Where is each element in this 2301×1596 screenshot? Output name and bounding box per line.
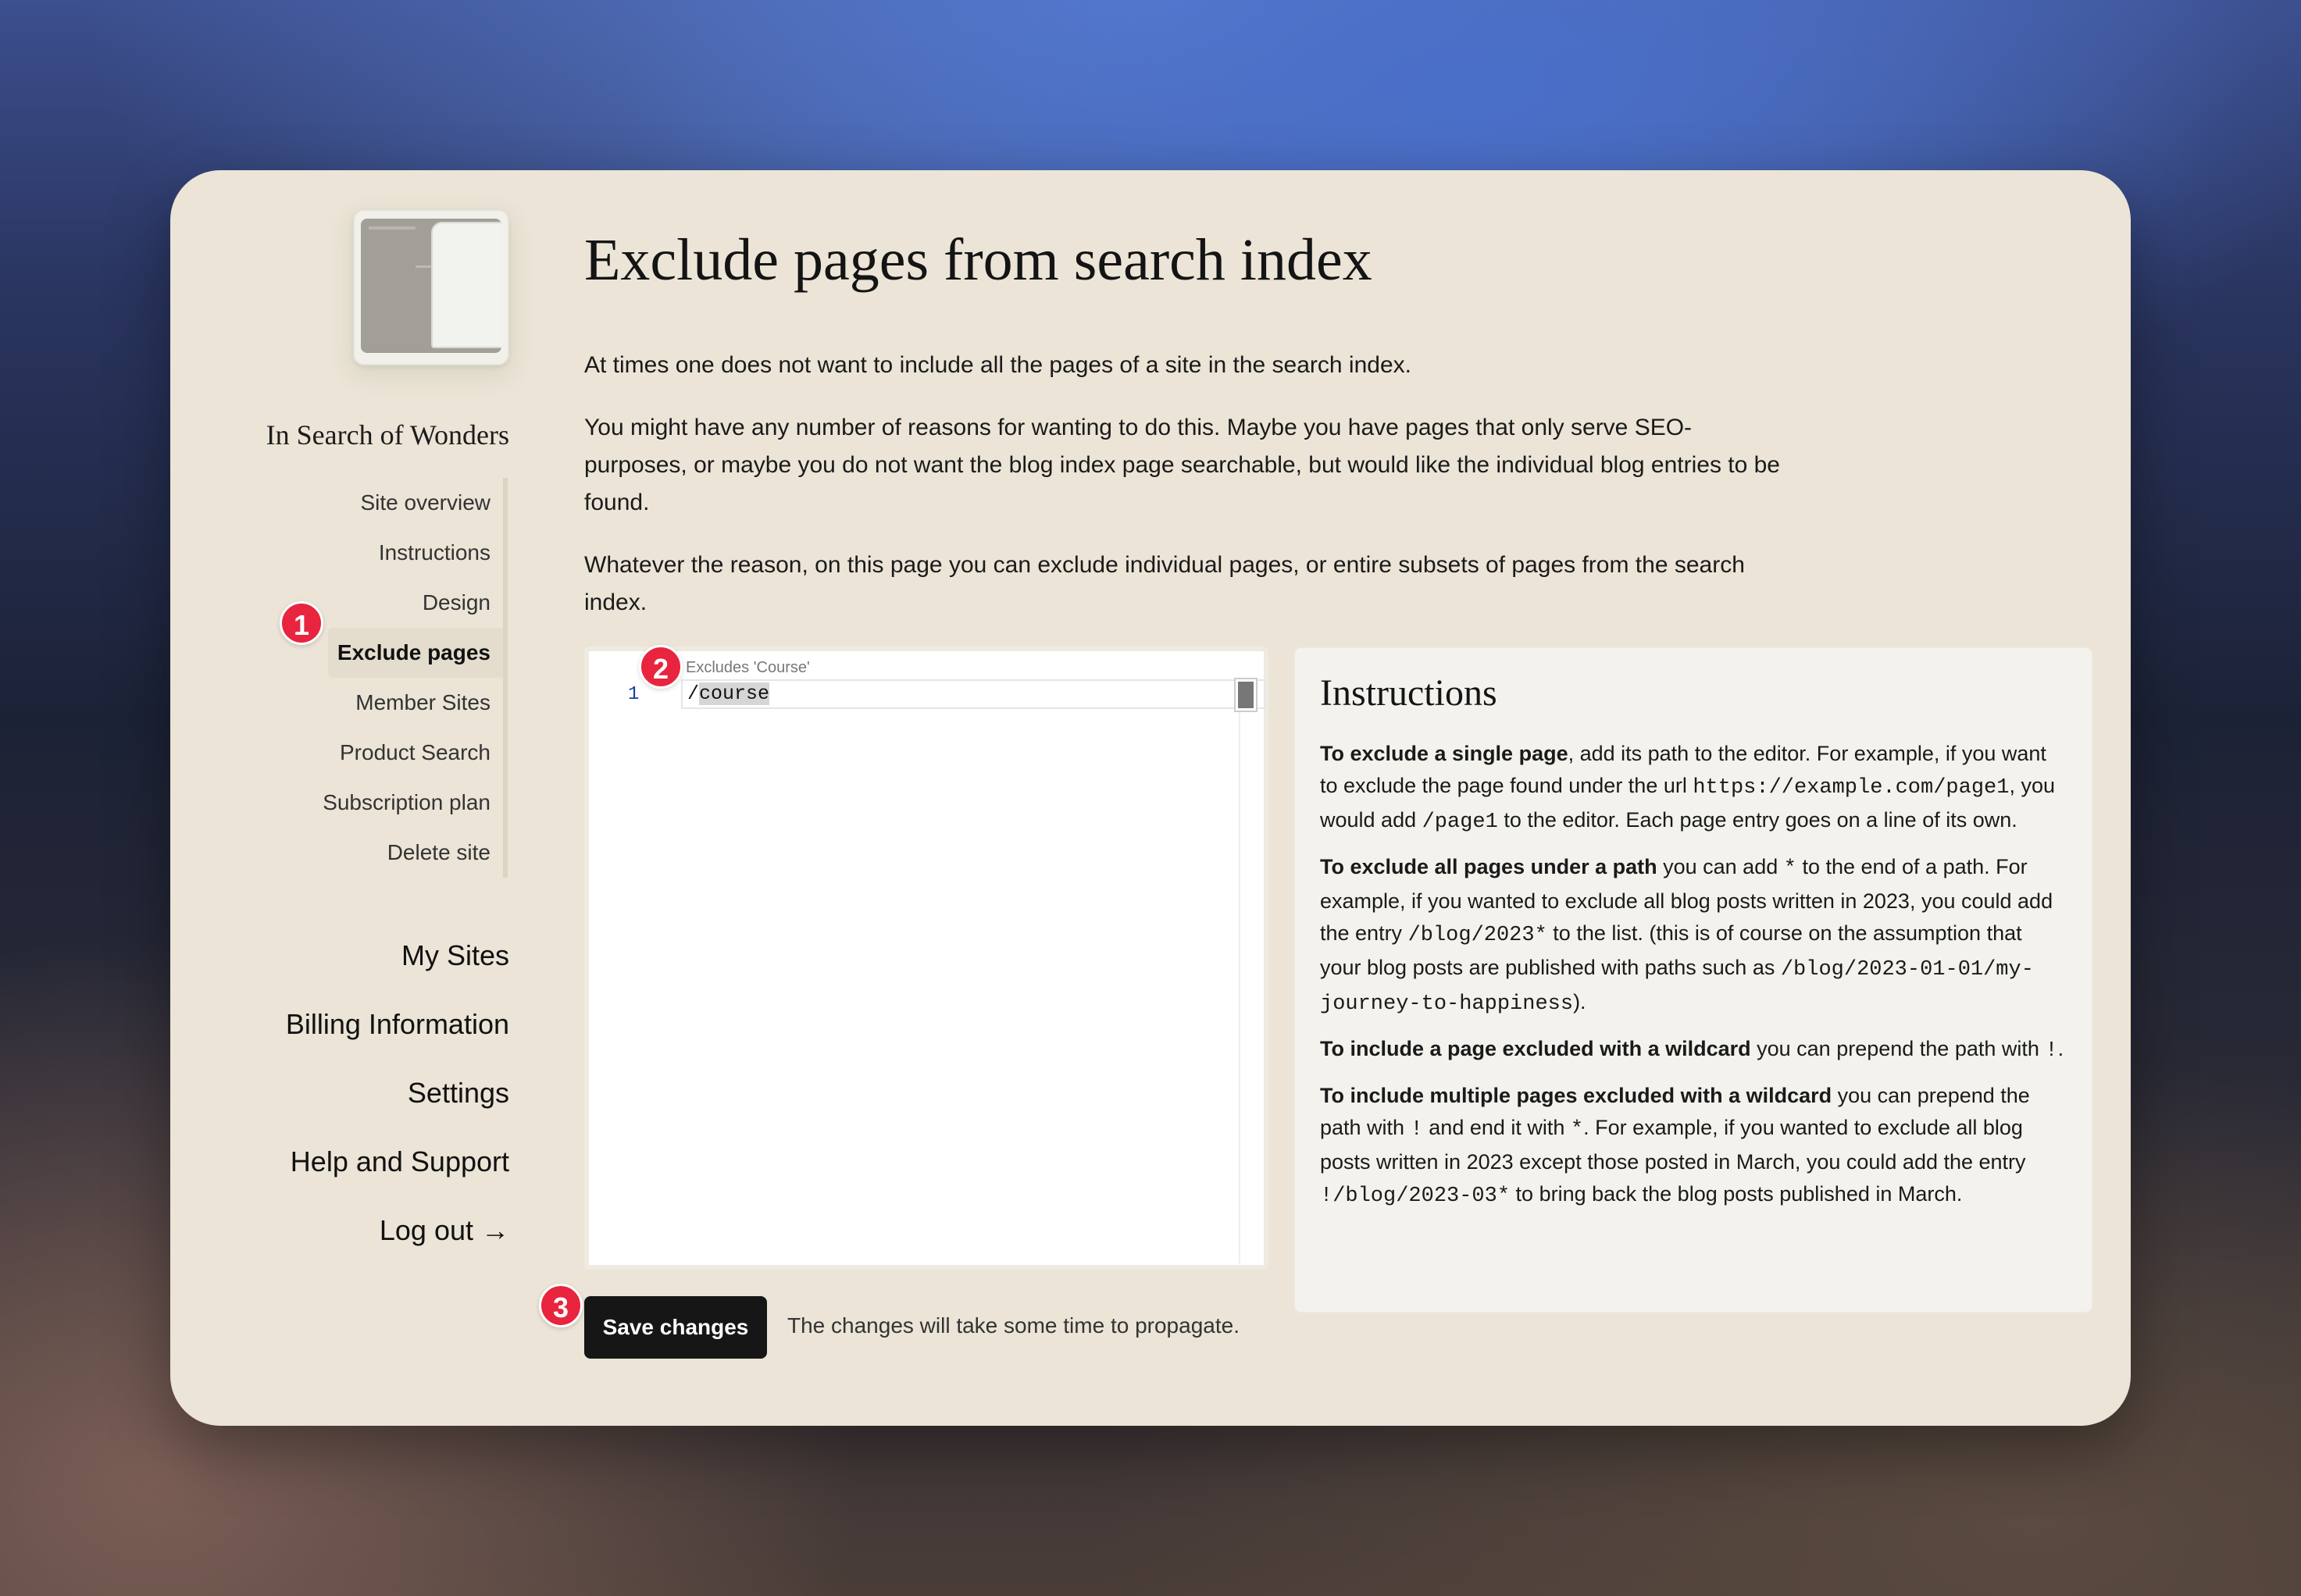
- nav-log-out[interactable]: Log out →: [156, 1196, 509, 1265]
- site-preview-image: [361, 219, 501, 353]
- code-snippet: https://example.com/page1: [1693, 776, 2010, 800]
- instruction-text: .: [2057, 1037, 2064, 1060]
- code-snippet: !/blog/2023-03*: [1320, 1185, 1511, 1208]
- instruction-heading: To exclude all pages under a path: [1320, 855, 1657, 878]
- intro-paragraph: You might have any number of reasons for…: [584, 415, 1780, 515]
- instructions-title: Instructions: [1320, 672, 1497, 714]
- intro-paragraph: At times one does not want to include al…: [584, 352, 1411, 378]
- instruction-text: ).: [1573, 990, 1586, 1014]
- code-snippet: *: [1783, 857, 1796, 881]
- line-number: 1: [628, 684, 640, 705]
- code-snippet: !: [1410, 1118, 1423, 1142]
- nav-help-and-support[interactable]: Help and Support: [156, 1128, 509, 1196]
- instruction-heading: To include multiple pages excluded with …: [1320, 1084, 1832, 1107]
- page-title: Exclude pages from search index: [584, 227, 1372, 293]
- instruction-single-page: To exclude a single page, add its path t…: [1320, 738, 2067, 839]
- annotation-badge: 1: [280, 601, 323, 645]
- editor-line[interactable]: /course: [681, 679, 1265, 709]
- selected-text: course: [699, 682, 770, 705]
- instructions-panel: Instructions To exclude a single page, a…: [1293, 647, 2093, 1313]
- subnav-design[interactable]: Design: [234, 578, 503, 628]
- preview-line: [416, 265, 433, 268]
- editor-divider: [1239, 679, 1240, 1263]
- instruction-text: you can prepend the path with: [1750, 1037, 2046, 1060]
- main-nav: My Sites Billing Information Settings He…: [156, 921, 509, 1265]
- instruction-text: you can add: [1657, 855, 1784, 878]
- subnav-member-sites[interactable]: Member Sites: [234, 678, 503, 728]
- instruction-heading: To exclude a single page: [1320, 742, 1568, 765]
- instruction-heading: To include a page excluded with a wildca…: [1320, 1037, 1751, 1060]
- annotation-badge: 3: [539, 1284, 583, 1327]
- editor-scrollbar[interactable]: [1234, 678, 1258, 712]
- preview-line: [369, 226, 416, 230]
- preview-pane: [431, 222, 501, 348]
- subnav-site-overview[interactable]: Site overview: [234, 478, 503, 528]
- subnav-delete-site[interactable]: Delete site: [234, 828, 503, 878]
- site-subnav: Site overview Instructions Design Exclud…: [234, 478, 508, 878]
- editor-line-text: /course: [687, 682, 770, 705]
- instruction-path-wildcard: To exclude all pages under a path you ca…: [1320, 851, 2067, 1021]
- subnav-exclude-pages[interactable]: Exclude pages: [328, 628, 503, 678]
- path-prefix: /: [687, 682, 700, 705]
- instruction-include-multiple: To include multiple pages excluded with …: [1320, 1080, 2067, 1213]
- code-snippet: *: [1570, 1118, 1584, 1142]
- line-hint: Excludes 'Course': [686, 659, 810, 676]
- intro-paragraph: Whatever the reason, on this page you ca…: [584, 552, 1745, 615]
- code-snippet: /blog/2023*: [1407, 924, 1547, 947]
- subnav-product-search[interactable]: Product Search: [234, 728, 503, 778]
- nav-billing-information[interactable]: Billing Information: [156, 990, 509, 1059]
- site-name: In Search of Wonders: [266, 419, 509, 451]
- instruction-text: to the editor. Each page entry goes on a…: [1497, 808, 2017, 832]
- subnav-instructions[interactable]: Instructions: [234, 528, 503, 578]
- exclude-paths-editor[interactable]: Excludes 'Course' 1 /course: [584, 647, 1268, 1270]
- nav-my-sites[interactable]: My Sites: [156, 921, 509, 990]
- code-snippet: !: [2045, 1039, 2058, 1063]
- instruction-text: and end it with: [1422, 1116, 1571, 1139]
- instruction-include-page: To include a page excluded with a wildca…: [1320, 1033, 2067, 1067]
- nav-settings[interactable]: Settings: [156, 1059, 509, 1128]
- save-note: The changes will take some time to propa…: [787, 1313, 1240, 1338]
- site-thumbnail[interactable]: [353, 209, 509, 365]
- code-snippet: /page1: [1422, 810, 1498, 834]
- annotation-badge: 2: [639, 645, 683, 689]
- instruction-text: to bring back the blog posts published i…: [1510, 1182, 1963, 1206]
- save-changes-button[interactable]: Save changes: [584, 1296, 767, 1359]
- subnav-subscription-plan[interactable]: Subscription plan: [234, 778, 503, 828]
